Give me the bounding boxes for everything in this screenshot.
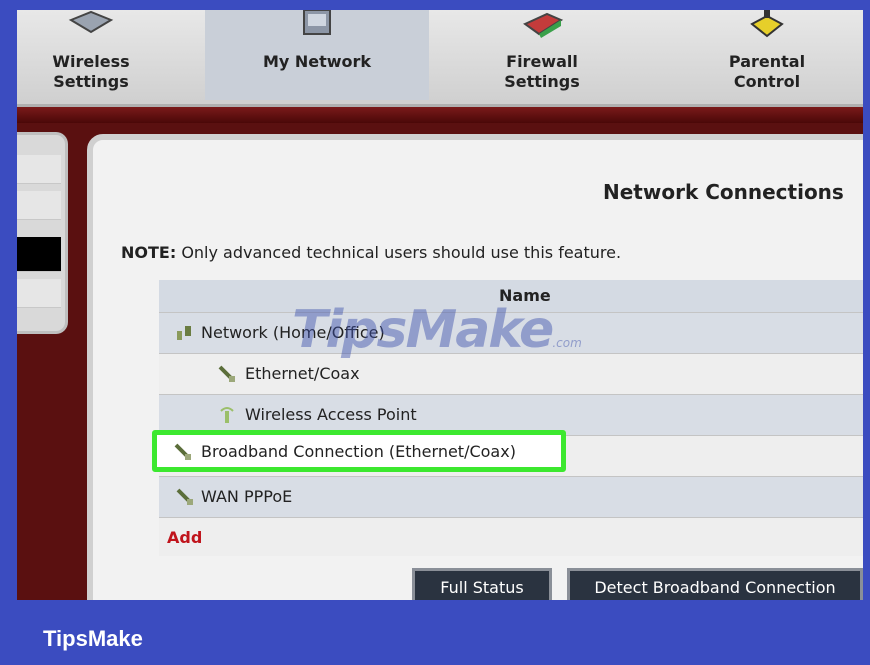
nav-label-line1: My Network (262, 52, 372, 71)
cable-icon (218, 365, 235, 382)
top-navigation: Wireless Settings My Network Firewall Sett… (17, 10, 863, 107)
firewall-icon (523, 12, 564, 38)
row-label[interactable]: Broadband Connection (Ethernet/Coax) (201, 442, 516, 461)
watermark-suffix: .com (552, 336, 582, 350)
nav-parental-control[interactable]: Parental Control (707, 10, 827, 100)
computer-icon (303, 10, 331, 35)
wireless-icon (220, 407, 234, 423)
watermark: TipsMake.com (292, 300, 582, 360)
note-label: NOTE: (121, 243, 177, 262)
footer-brand: TipsMake (43, 626, 143, 651)
table-row[interactable]: WAN PPPoE (159, 476, 863, 517)
detect-broadband-button[interactable]: Detect Broadband Connection (567, 568, 863, 600)
page-title: Network Connections (603, 180, 844, 204)
network-icon (177, 326, 191, 340)
nav-label-line1: Firewall (506, 52, 578, 71)
highlighted-row-broadband[interactable]: Broadband Connection (Ethernet/Coax) (152, 430, 566, 472)
nav-firewall-settings[interactable]: Firewall Settings (482, 10, 602, 100)
nav-label-line2: Settings (504, 72, 580, 91)
row-label[interactable]: Ethernet/Coax (245, 364, 360, 383)
side-menu-panel (17, 132, 68, 334)
sidebar-item[interactable] (17, 155, 61, 184)
nav-label-line1: Wireless (52, 52, 130, 71)
nav-my-network[interactable]: My Network (205, 10, 429, 100)
watermark-brand: TipsMake (292, 300, 554, 360)
cable-icon (174, 443, 191, 460)
nav-label-line1: Parental (728, 52, 806, 71)
sidebar-item[interactable] (17, 279, 61, 308)
note-body: Only advanced technical users should use… (176, 243, 622, 262)
router-admin-screenshot: Wireless Settings My Network Firewall Sett… (17, 10, 863, 600)
sidebar-item[interactable] (17, 191, 61, 220)
full-status-button[interactable]: Full Status (412, 568, 552, 600)
nav-label-line2: Settings (53, 72, 129, 91)
router-icon (68, 10, 114, 34)
header-band (17, 107, 863, 123)
table-row[interactable]: Wireless Access Point (159, 394, 863, 435)
content-panel: Network Connections NOTE: Only advanced … (87, 134, 863, 600)
nav-wireless-settings[interactable]: Wireless Settings (31, 10, 151, 100)
add-row: Add (159, 517, 863, 556)
sidebar-item-selected[interactable] (17, 237, 61, 272)
add-link[interactable]: Add (167, 528, 202, 547)
nav-label-line2: Control (733, 72, 801, 91)
cable-icon (176, 488, 193, 505)
note-text: NOTE: Only advanced technical users shou… (121, 243, 621, 262)
parental-icon (750, 10, 784, 38)
row-label[interactable]: Wireless Access Point (245, 405, 417, 424)
row-label[interactable]: WAN PPPoE (201, 487, 292, 506)
